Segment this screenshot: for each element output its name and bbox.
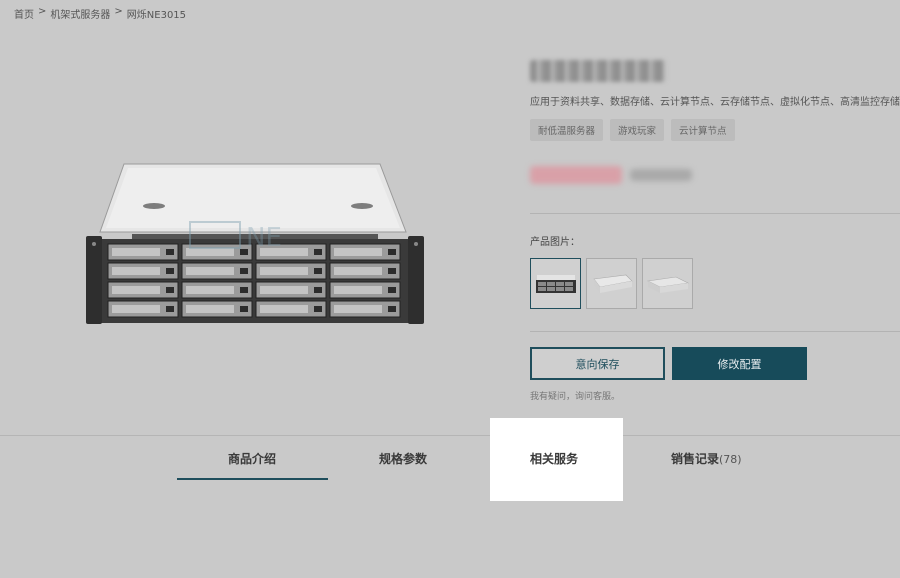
tab-sales-label: 销售记录 [671, 452, 720, 466]
drive-bay-latch [314, 287, 322, 293]
drive-bay-handle [186, 305, 234, 313]
drive-bay-latch [388, 287, 396, 293]
drive-bay-handle [112, 248, 160, 256]
tab-bar-divider [0, 435, 900, 436]
original-price-blurred [630, 169, 692, 181]
drive-bay-handle [186, 267, 234, 275]
active-tab-underline [177, 478, 328, 480]
drive-bay-handle [260, 267, 308, 275]
drive-bay-handle [112, 305, 160, 313]
tag-cloud-compute[interactable]: 云计算节点 [671, 119, 735, 141]
drive-bay-handle [334, 286, 382, 294]
drive-bay-latch [166, 306, 174, 312]
tag-cold-resistant[interactable]: 耐低温服务器 [530, 119, 604, 141]
drive-bay-latch [314, 249, 322, 255]
drive-bay-handle [112, 267, 160, 275]
drive-bay-latch [166, 268, 174, 274]
thumbnail-front[interactable] [530, 258, 581, 309]
breadcrumb-home-link[interactable]: 首页 [14, 6, 34, 21]
drive-bay-latch [240, 268, 248, 274]
drive-bay-handle [334, 267, 382, 275]
product-title-blurred [530, 60, 666, 82]
sales-count: (78) [719, 453, 742, 466]
drive-bay-latch [314, 268, 322, 274]
drive-bay-handle [260, 305, 308, 313]
drive-bay-handle [334, 305, 382, 313]
thumbnail-back[interactable] [642, 258, 693, 309]
drive-bay-handle [260, 286, 308, 294]
save-intent-button[interactable]: 意向保存 [530, 347, 665, 380]
help-text[interactable]: 我有疑问，询问客服。 [530, 389, 620, 402]
tab-sales-record[interactable]: 销售记录(78) [671, 450, 742, 467]
drive-bay-handle [186, 248, 234, 256]
tab-related-services[interactable]: 相关服务 [530, 450, 578, 467]
drive-bay-handle [112, 286, 160, 294]
product-pictures-label: 产品图片： [530, 237, 580, 248]
divider [530, 213, 900, 214]
price-row [530, 163, 900, 187]
drive-bay-handle [186, 286, 234, 294]
svg-text:NE: NE [246, 223, 282, 253]
drive-bay-latch [166, 287, 174, 293]
divider [530, 331, 900, 332]
drive-bay-handle [334, 248, 382, 256]
drive-bay-latch [388, 306, 396, 312]
thumbnail-list [530, 258, 693, 309]
drive-bay-latch [240, 306, 248, 312]
drive-bay-latch [388, 268, 396, 274]
tab-product-intro[interactable]: 商品介绍 [228, 450, 276, 467]
product-main-image: NE [84, 160, 426, 328]
drive-bay-latch [166, 249, 174, 255]
breadcrumb: 首页 > 机架式服务器 > 网烁NE3015 [14, 6, 186, 21]
drive-bay-latch [314, 306, 322, 312]
drive-bay-latch [240, 287, 248, 293]
tab-specs[interactable]: 规格参数 [379, 450, 427, 467]
product-info-panel: 应用于资料共享、数据存储、云计算节点、云存储节点、虚拟化节点、高清监控存储、流媒… [530, 58, 900, 187]
price-blurred [530, 166, 622, 184]
breadcrumb-separator: > [38, 6, 47, 17]
breadcrumb-separator: > [114, 6, 123, 17]
breadcrumb-category-link[interactable]: 机架式服务器 [50, 6, 110, 21]
modify-config-button[interactable]: 修改配置 [672, 347, 807, 380]
breadcrumb-current-link[interactable]: 网烁NE3015 [127, 6, 186, 21]
tag-gamer[interactable]: 游戏玩家 [610, 119, 665, 141]
product-tags: 耐低温服务器 游戏玩家 云计算节点 [530, 119, 900, 141]
thumbnail-side[interactable] [586, 258, 637, 309]
product-description: 应用于资料共享、数据存储、云计算节点、云存储节点、虚拟化节点、高清监控存储、流媒… [530, 97, 900, 108]
drive-bay-latch [388, 249, 396, 255]
